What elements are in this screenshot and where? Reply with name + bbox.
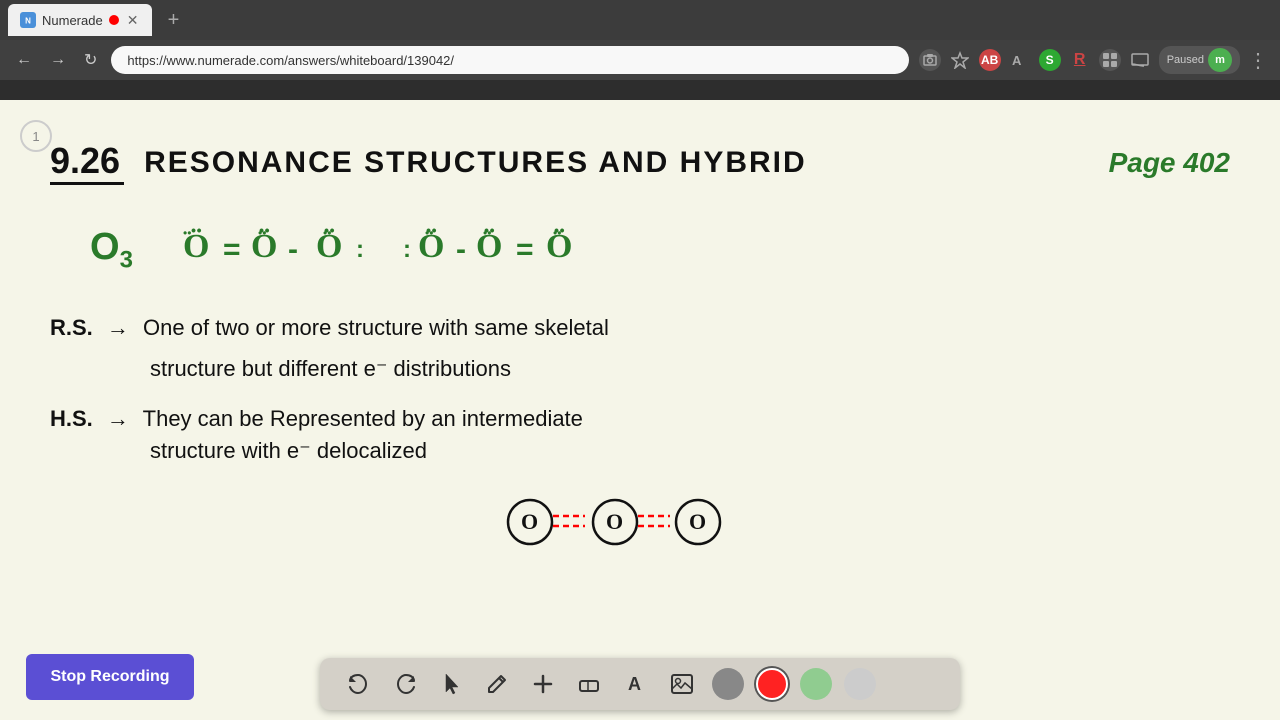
stop-recording-btn[interactable]: Stop Recording [26, 654, 194, 700]
hs-definition: H.S. → They can be Represented by an int… [50, 406, 1230, 464]
svg-text:-: - [456, 233, 466, 266]
toolbar: A [320, 658, 960, 710]
o3-label: O3 [90, 226, 133, 275]
hybrid-drawing: O O O [50, 484, 1230, 554]
r-icon: R [1069, 49, 1091, 71]
svg-text:A: A [628, 674, 641, 694]
svg-text:••: •• [483, 226, 491, 240]
user-avatar: m [1208, 48, 1232, 72]
svg-text:=: = [223, 233, 241, 266]
svg-text:••: •• [183, 226, 191, 240]
tab-title: Numerade [42, 13, 103, 28]
svg-text:A: A [1012, 53, 1022, 68]
star-icon[interactable] [949, 49, 971, 71]
hybrid-svg: O O O [480, 484, 800, 554]
svg-text:O: O [606, 509, 623, 534]
svg-text:O: O [689, 509, 706, 534]
svg-text:••: •• [425, 226, 433, 240]
adblock-icon: AB [979, 49, 1001, 71]
paused-badge: Paused m [1159, 46, 1240, 74]
svg-text:N: N [25, 17, 31, 26]
color-red-selected[interactable] [756, 668, 788, 700]
svg-text:-: - [288, 233, 298, 266]
extensions-icon[interactable] [1099, 49, 1121, 71]
svg-text::: : [356, 236, 364, 263]
text-btn[interactable]: A [618, 669, 652, 699]
svg-text:••: •• [323, 226, 331, 240]
menu-btn[interactable]: ⋮ [1248, 48, 1268, 73]
select-btn[interactable] [436, 668, 468, 700]
browser-tab[interactable]: N Numerade ✕ [8, 4, 152, 36]
eraser-btn[interactable] [572, 669, 606, 699]
s-icon: S [1039, 49, 1061, 71]
image-btn[interactable] [664, 669, 700, 699]
svg-text:=: = [516, 233, 534, 266]
refresh-btn[interactable]: ↻ [80, 46, 101, 74]
rs-line2: structure but different e⁻ distributions [50, 351, 1230, 386]
browser-actions: AB A S R Paused m ⋮ [919, 46, 1268, 74]
color-gray[interactable] [712, 668, 744, 700]
url-input[interactable] [111, 46, 908, 74]
tab-favicon: N [20, 12, 36, 28]
molecules-row: O3 Ö •• = Ö •• - Ö •• : : [50, 215, 1230, 285]
color-green[interactable] [800, 668, 832, 700]
rs-line1: R.S. → One of two or more structure with… [50, 310, 1230, 345]
hs-line2: structure with e⁻ delocalized [50, 438, 1230, 464]
svg-text:O: O [521, 509, 538, 534]
page-ref: Page 402 [1109, 147, 1230, 179]
pencil-btn[interactable] [480, 669, 514, 699]
resonance-svg: Ö •• = Ö •• - Ö •• : : Ö •• - Ö [173, 215, 733, 285]
address-bar: ← → ↻ AB A S R Paused m [0, 40, 1280, 80]
svg-text:••: •• [258, 226, 266, 240]
svg-text::: : [403, 236, 411, 263]
undo-btn[interactable] [340, 668, 376, 700]
camera-icon[interactable] [919, 49, 941, 71]
whiteboard-area: 1 9.26 Resonance Structures and Hybrid P… [0, 100, 1280, 720]
rs-definition: R.S. → One of two or more structure with… [50, 310, 1230, 386]
cast-icon[interactable] [1129, 49, 1151, 71]
add-btn[interactable] [526, 669, 560, 699]
tab-close-btn[interactable]: ✕ [125, 10, 141, 31]
whiteboard-content: 9.26 Resonance Structures and Hybrid Pag… [30, 120, 1250, 620]
redo-btn[interactable] [388, 668, 424, 700]
title-text: Resonance Structures and Hybrid [144, 146, 807, 180]
back-btn[interactable]: ← [12, 47, 36, 73]
svg-text:••: •• [553, 226, 561, 240]
title-section: 9.26 Resonance Structures and Hybrid Pag… [50, 140, 1230, 185]
forward-btn[interactable]: → [46, 47, 70, 73]
recording-dot [109, 15, 119, 25]
color-light-gray[interactable] [844, 668, 876, 700]
problem-number: 9.26 [50, 140, 124, 185]
title-bar: N Numerade ✕ + [0, 0, 1280, 40]
hs-line1: H.S. → They can be Represented by an int… [50, 406, 1230, 432]
translate-icon[interactable]: A [1009, 49, 1031, 71]
new-tab-btn[interactable]: + [158, 5, 188, 35]
